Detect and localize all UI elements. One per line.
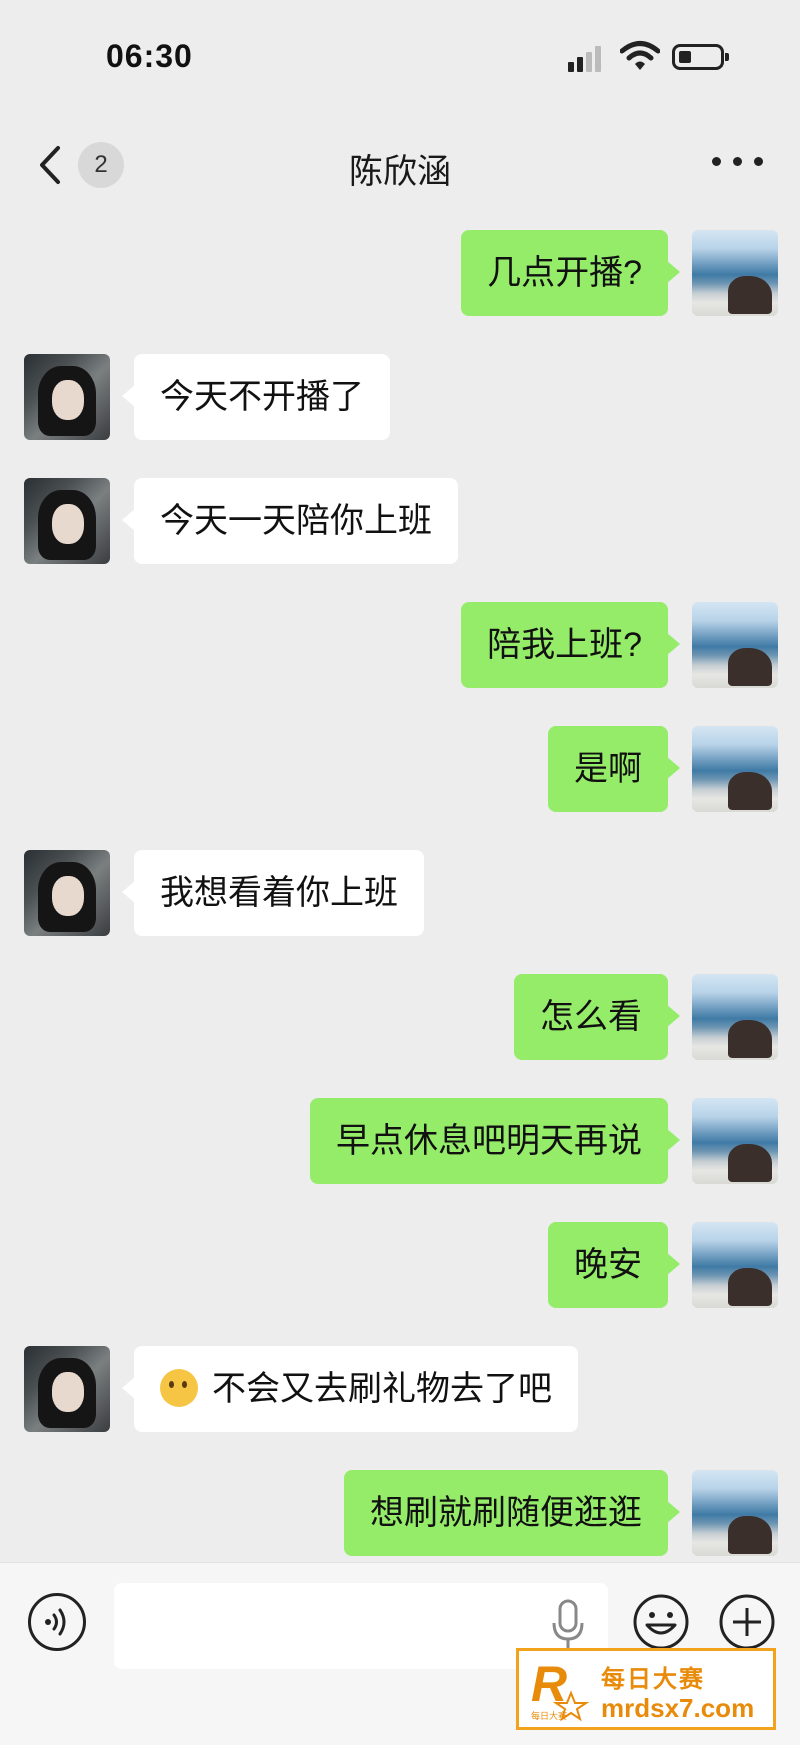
my-avatar[interactable] [692,974,778,1060]
chat-title: 陈欣涵 [349,153,451,191]
message-bubble-incoming[interactable]: 今天一天陪你上班 [122,478,458,564]
watermark-logo-small-text: 每日大赛 [531,1710,567,1721]
message-bubble-outgoing[interactable]: 早点休息吧明天再说 [310,1098,680,1184]
message-bubble-incoming[interactable]: 不会又去刷礼物去了吧 [122,1346,578,1432]
contact-avatar[interactable] [24,354,110,440]
my-avatar[interactable] [692,1098,778,1184]
message-bubble-outgoing[interactable]: 是啊 [548,726,680,812]
watermark-title: 每日大赛 [601,1666,705,1693]
message-text: 不会又去刷礼物去了吧 [212,1370,552,1408]
plus-icon[interactable] [718,1593,776,1651]
microphone-icon[interactable] [550,1599,586,1651]
thinking-face-emoji-icon [160,1369,198,1408]
chat-header: 2 陈欣涵 [0,120,800,210]
watermark: R 每日大赛 每日大赛 mrdsx7.com [516,1648,776,1730]
my-avatar[interactable] [692,726,778,812]
wifi-icon [620,41,660,70]
contact-avatar[interactable] [24,1346,110,1432]
my-avatar[interactable] [692,1470,778,1556]
message-bubble-outgoing[interactable]: 晚安 [548,1222,680,1308]
watermark-url: mrdsx7.com [601,1693,755,1723]
my-avatar[interactable] [692,602,778,688]
contact-avatar[interactable] [24,850,110,936]
voice-input-icon[interactable] [28,1593,86,1651]
message-bubble-outgoing[interactable]: 想刷就刷随便逛逛 [344,1470,680,1556]
message-bubble-outgoing[interactable]: 怎么看 [514,974,680,1060]
status-time: 06:30 [106,38,193,74]
message-bubble-outgoing[interactable]: 几点开播? [461,230,680,316]
battery-icon [672,44,729,70]
message-bubble-incoming[interactable]: 今天不开播了 [122,354,390,440]
emoji-smile-icon[interactable] [632,1593,690,1651]
message-bubble-outgoing[interactable]: 陪我上班? [461,602,680,688]
cellular-signal-icon [568,44,608,72]
my-avatar[interactable] [692,230,778,316]
more-options-icon[interactable] [712,154,764,170]
message-bubble-incoming[interactable]: 我想看着你上班 [122,850,424,936]
my-avatar[interactable] [692,1222,778,1308]
status-bar: 06:30 [0,0,800,110]
contact-avatar[interactable] [24,478,110,564]
watermark-logo-icon: R 每日大赛 [531,1657,589,1722]
